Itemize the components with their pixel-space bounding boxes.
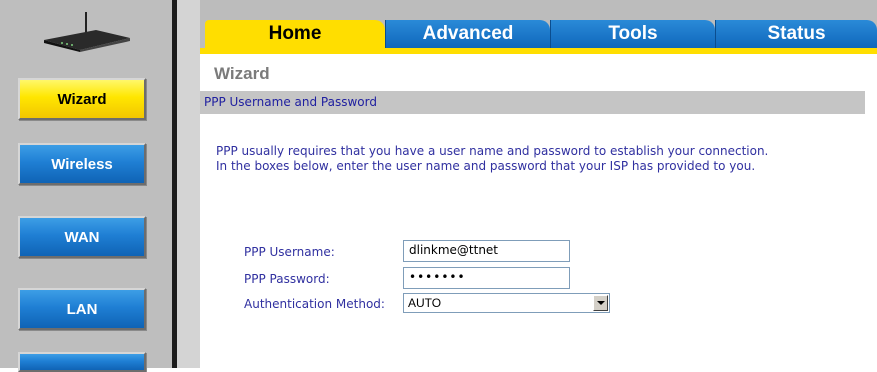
- password-label: PPP Password:: [244, 272, 330, 286]
- section-title: PPP Username and Password: [204, 95, 377, 109]
- sidebar-item-wan[interactable]: WAN: [18, 216, 146, 258]
- tab-advanced[interactable]: Advanced: [385, 20, 550, 48]
- tab-tools[interactable]: Tools: [550, 20, 715, 48]
- tab-label: Home: [268, 23, 322, 44]
- password-field[interactable]: •••••••: [403, 267, 570, 289]
- tab-label: Status: [767, 23, 826, 44]
- username-field[interactable]: dlinkme@ttnet: [403, 240, 570, 262]
- tab-status[interactable]: Status: [715, 20, 877, 48]
- sidebar-item-label: Wizard: [57, 90, 107, 108]
- sidebar-divider-light: [177, 0, 200, 368]
- router-device-icon: [44, 12, 130, 52]
- sidebar-item-label: WAN: [64, 228, 100, 246]
- description-line-1: PPP usually requires that you have a use…: [216, 144, 769, 158]
- tab-label: Advanced: [422, 23, 514, 44]
- sidebar-item-lan[interactable]: LAN: [18, 288, 146, 330]
- sidebar-item-next[interactable]: [18, 352, 146, 372]
- username-label: PPP Username:: [244, 245, 335, 259]
- auth-method-value: AUTO: [408, 296, 442, 310]
- sidebar: Wizard Wireless WAN LAN: [0, 0, 172, 372]
- chevron-down-icon[interactable]: [593, 295, 608, 311]
- page-title: Wizard: [214, 64, 270, 83]
- sidebar-item-label: LAN: [66, 300, 98, 318]
- sidebar-item-wireless[interactable]: Wireless: [18, 143, 146, 185]
- tab-underline: [200, 48, 877, 54]
- auth-method-label: Authentication Method:: [244, 297, 385, 311]
- auth-method-select[interactable]: AUTO: [403, 293, 610, 313]
- tab-home[interactable]: Home: [205, 20, 385, 48]
- sidebar-item-wizard[interactable]: Wizard: [18, 78, 146, 120]
- tab-label: Tools: [608, 23, 658, 44]
- sidebar-item-label: Wireless: [51, 155, 113, 173]
- section-header: PPP Username and Password: [200, 91, 865, 114]
- description-line-2: In the boxes below, enter the user name …: [216, 159, 756, 173]
